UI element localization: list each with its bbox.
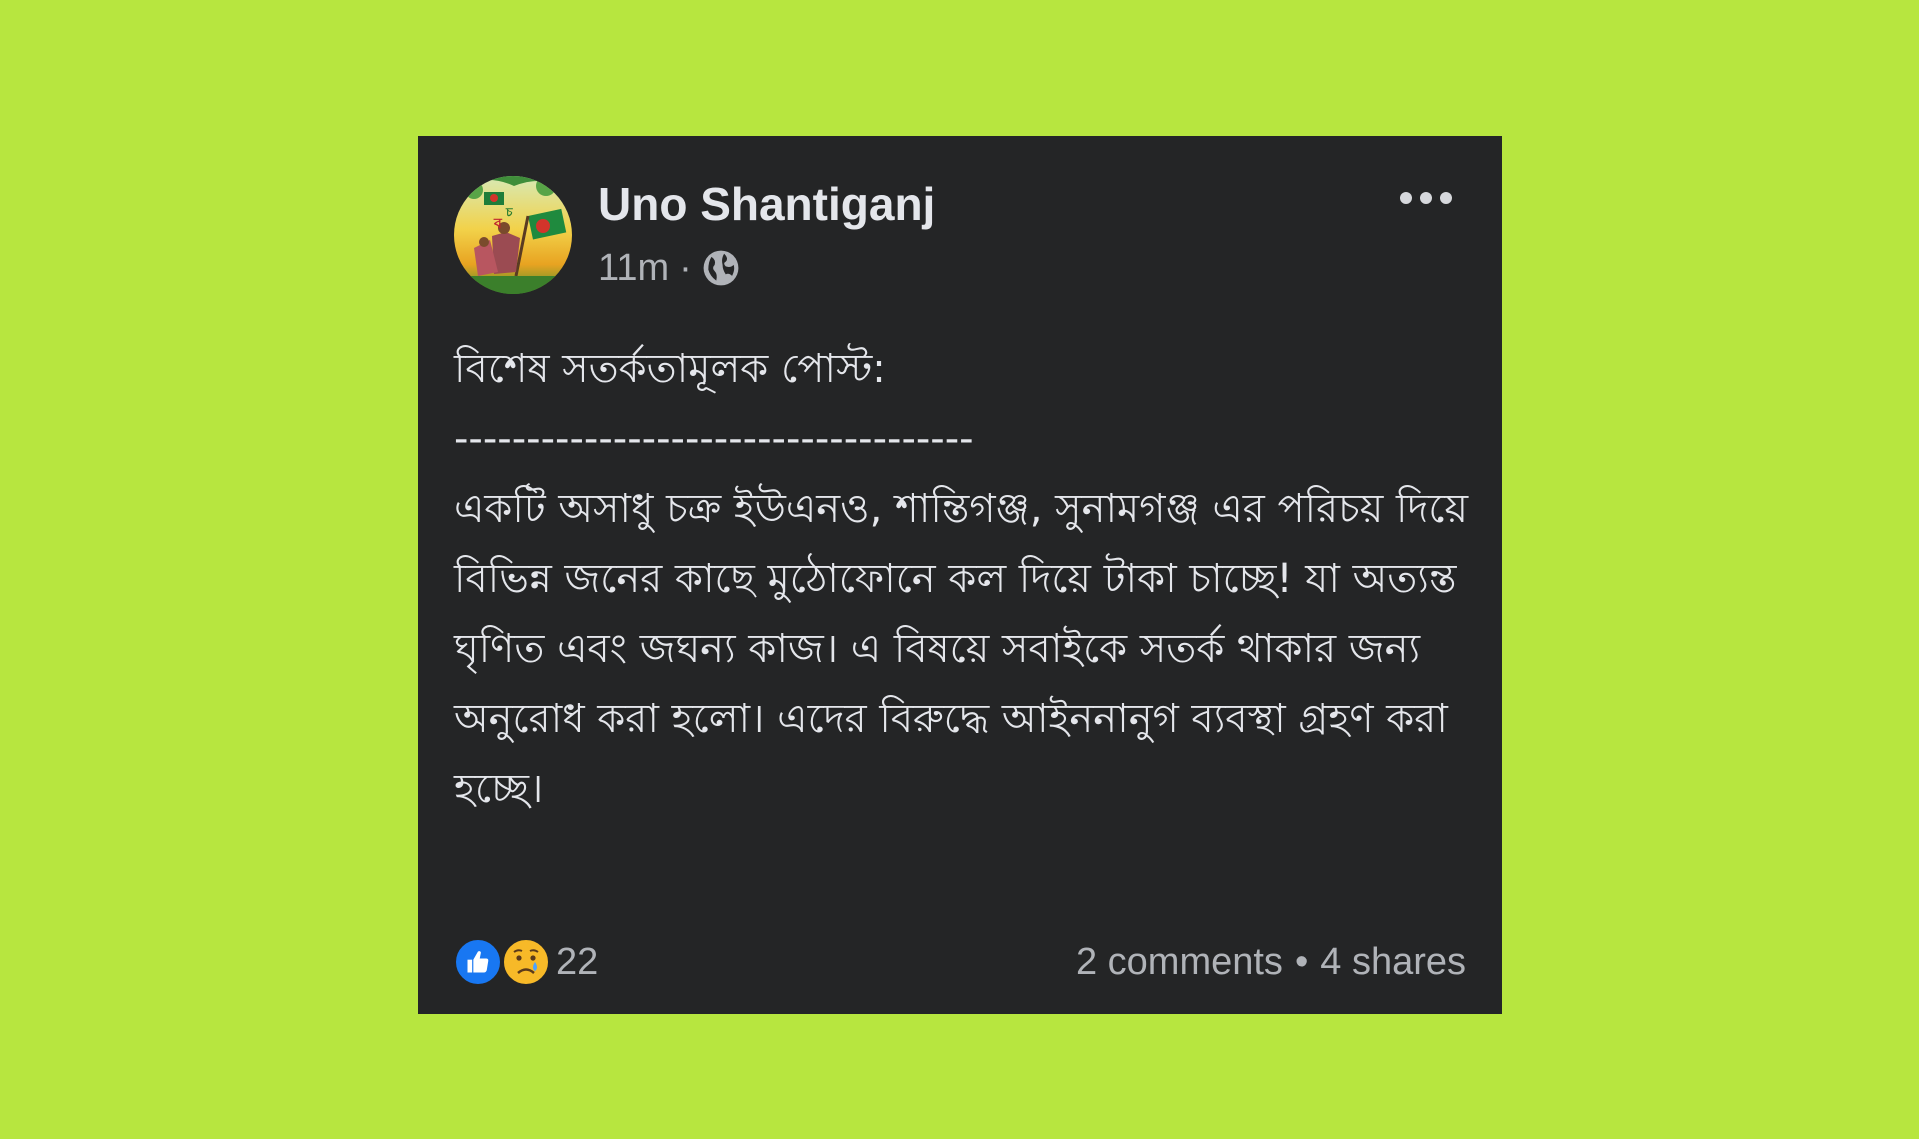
post-meta: 11m ·: [598, 240, 740, 296]
post-body: একটি অসাধু চক্র ইউএনও, শান্তিগঞ্জ, সুনাম…: [454, 486, 1469, 812]
post-divider: ------------------------------------: [454, 416, 974, 462]
more-dot: [1400, 192, 1412, 204]
author-name[interactable]: Uno Shantiganj: [598, 176, 935, 232]
svg-text:ব: ব: [493, 216, 503, 232]
avatar[interactable]: ব চ: [454, 176, 572, 294]
post-timestamp[interactable]: 11m: [598, 247, 669, 290]
shares-link[interactable]: 4 shares: [1320, 941, 1466, 984]
stats-separator: •: [1294, 940, 1309, 983]
post-card: ব চ Uno Shantiganj 11m · বিশেষ সতর্কতামূ…: [418, 136, 1502, 1014]
more-dot: [1440, 192, 1452, 204]
svg-text:চ: চ: [505, 205, 513, 219]
reaction-icons: [454, 936, 552, 988]
sad-icon: [502, 938, 550, 986]
more-dot: [1420, 192, 1432, 204]
engagement-stats: 2 comments • 4 shares: [1076, 934, 1466, 990]
like-icon: [454, 938, 502, 986]
globe-icon: [703, 250, 739, 286]
post-content: বিশেষ সতর্কতামূলক পোস্ট: ---------------…: [454, 334, 1474, 824]
meta-separator: ·: [679, 246, 692, 289]
post-title: বিশেষ সতর্কতামূলক পোস্ট:: [454, 346, 886, 392]
comments-link[interactable]: 2 comments: [1076, 941, 1283, 984]
reactions-summary[interactable]: 22: [454, 934, 598, 990]
more-options-icon[interactable]: [1400, 188, 1452, 208]
avatar-image: ব চ: [454, 176, 572, 294]
reaction-count: 22: [556, 940, 599, 983]
